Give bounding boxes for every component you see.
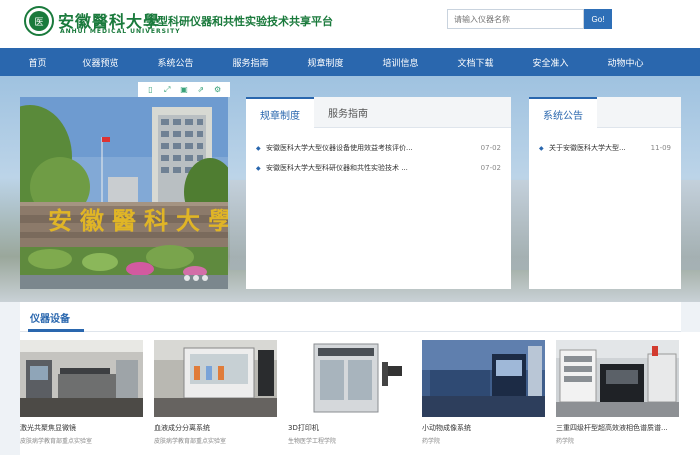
site-header: 医 安徽醫科大學 ANHUI MEDICAL UNIVERSITY 大型科研仪器…: [0, 0, 700, 48]
bookmark-icon[interactable]: ▯: [146, 85, 155, 94]
save-icon[interactable]: ▣: [179, 85, 188, 94]
list-item[interactable]: ◆ 安徽医科大学大型仪器设备使用效益考核评价... 07-02: [256, 138, 501, 158]
share-icon[interactable]: ⇗: [196, 85, 205, 94]
campus-slideshow[interactable]: 安徽醫科大學: [20, 97, 228, 289]
logo-emblem: 医: [29, 11, 49, 31]
equipment-card[interactable]: 血液成分分离系统 皮肤病学教育部重点实验室: [154, 340, 277, 445]
university-name-en: ANHUI MEDICAL UNIVERSITY: [60, 28, 181, 35]
expand-icon[interactable]: ⤢: [163, 85, 172, 94]
regulations-list: ◆ 安徽医科大学大型仪器设备使用效益考核评价... 07-02 ◆ 安徽医科大学…: [246, 128, 511, 178]
nav-item-instrument-preview[interactable]: 仪器预览: [63, 48, 138, 76]
list-item[interactable]: ◆ 关于安徽医科大学大型... 11-09: [539, 138, 671, 158]
slideshow-dots: [184, 275, 208, 281]
nav-item-safety-access[interactable]: 安全准入: [513, 48, 588, 76]
bullet-icon: ◆: [256, 144, 261, 152]
svg-text:安徽醫科大學: 安徽醫科大學: [48, 206, 228, 235]
equipment-photo[interactable]: [20, 340, 143, 417]
search-button[interactable]: Go!: [584, 9, 612, 29]
list-item-date: 11-09: [650, 144, 671, 152]
regulations-panel: 规章制度 服务指南 ◆ 安徽医科大学大型仪器设备使用效益考核评价... 07-0…: [246, 97, 511, 289]
announcements-list: ◆ 关于安徽医科大学大型... 11-09: [529, 128, 681, 158]
campus-gate-photo: 安徽醫科大學: [20, 97, 228, 289]
list-item[interactable]: ◆ 安徽医科大学大型科研仪器和共性实验技术 ... 07-02: [256, 158, 501, 178]
nav-item-announcements[interactable]: 系统公告: [138, 48, 213, 76]
nav-item-training[interactable]: 培训信息: [363, 48, 438, 76]
equipment-dept: 生物医学工程学院: [288, 438, 337, 445]
equipment-dept: 皮肤病学教育部重点实验室: [20, 438, 93, 445]
list-item-title[interactable]: 安徽医科大学大型仪器设备使用效益考核评价...: [266, 143, 477, 153]
list-item-date: 07-02: [480, 144, 501, 152]
equipment-name[interactable]: 血液成分分离系统: [154, 423, 277, 433]
bullet-icon: ◆: [256, 164, 261, 172]
equipment-card[interactable]: 小动物成像系统 药学院: [422, 340, 545, 445]
settings-icon[interactable]: ⚙: [213, 85, 222, 94]
equipment-photo[interactable]: [556, 340, 679, 417]
list-item-date: 07-02: [480, 164, 501, 172]
platform-title: 大型科研仪器和共性实验技术共享平台: [146, 15, 333, 28]
nav-item-downloads[interactable]: 文档下载: [438, 48, 513, 76]
equipment-name[interactable]: 小动物成像系统: [422, 423, 545, 433]
main-nav: 首页 仪器预览 系统公告 服务指南 规章制度 培训信息 文档下载 安全准入 动物…: [0, 48, 700, 76]
nav-item-animal-center[interactable]: 动物中心: [588, 48, 663, 76]
list-item-title[interactable]: 安徽医科大学大型科研仪器和共性实验技术 ...: [266, 163, 477, 173]
equipment-section-title[interactable]: 仪器设备: [30, 310, 70, 325]
tab-regulations[interactable]: 规章制度: [246, 97, 314, 129]
nav-item-service-guide[interactable]: 服务指南: [213, 48, 288, 76]
panel-tabs: 规章制度 服务指南: [246, 97, 511, 129]
announcements-panel: 系统公告 ◆ 关于安徽医科大学大型... 11-09: [529, 97, 681, 289]
slider-toolbar: ▯ ⤢ ▣ ⇗ ⚙: [138, 82, 230, 97]
slide-dot[interactable]: [193, 275, 199, 281]
search-input[interactable]: [447, 9, 584, 29]
tab-service-guide[interactable]: 服务指南: [314, 97, 382, 128]
university-logo-icon[interactable]: 医: [24, 6, 54, 36]
equipment-dept: 药学院: [556, 438, 575, 445]
tab-announcements[interactable]: 系统公告: [529, 97, 597, 129]
equipment-section-header: 仪器设备: [20, 302, 681, 332]
slide-dot[interactable]: [202, 275, 208, 281]
equipment-card[interactable]: 3D打印机 生物医学工程学院: [288, 340, 411, 445]
equipment-photo[interactable]: [288, 340, 411, 417]
nav-item-home[interactable]: 首页: [12, 48, 63, 76]
nav-item-regulations[interactable]: 规章制度: [288, 48, 363, 76]
equipment-dept: 药学院: [422, 438, 441, 445]
list-item-title[interactable]: 关于安徽医科大学大型...: [549, 143, 647, 153]
equipment-dept: 皮肤病学教育部重点实验室: [154, 438, 227, 445]
equipment-card[interactable]: 三重四级杆型超高效液相色谱质谱... 药学院: [556, 340, 679, 445]
equipment-card[interactable]: 激光共聚焦显微镜 皮肤病学教育部重点实验室: [20, 340, 143, 445]
slide-dot[interactable]: [184, 275, 190, 281]
equipment-name[interactable]: 3D打印机: [288, 423, 411, 433]
equipment-photo[interactable]: [422, 340, 545, 417]
equipment-name[interactable]: 三重四级杆型超高效液相色谱质谱...: [556, 423, 679, 433]
bullet-icon: ◆: [539, 144, 544, 152]
equipment-name[interactable]: 激光共聚焦显微镜: [20, 423, 143, 433]
panel-tabs: 系统公告: [529, 97, 681, 129]
equipment-photo[interactable]: [154, 340, 277, 417]
